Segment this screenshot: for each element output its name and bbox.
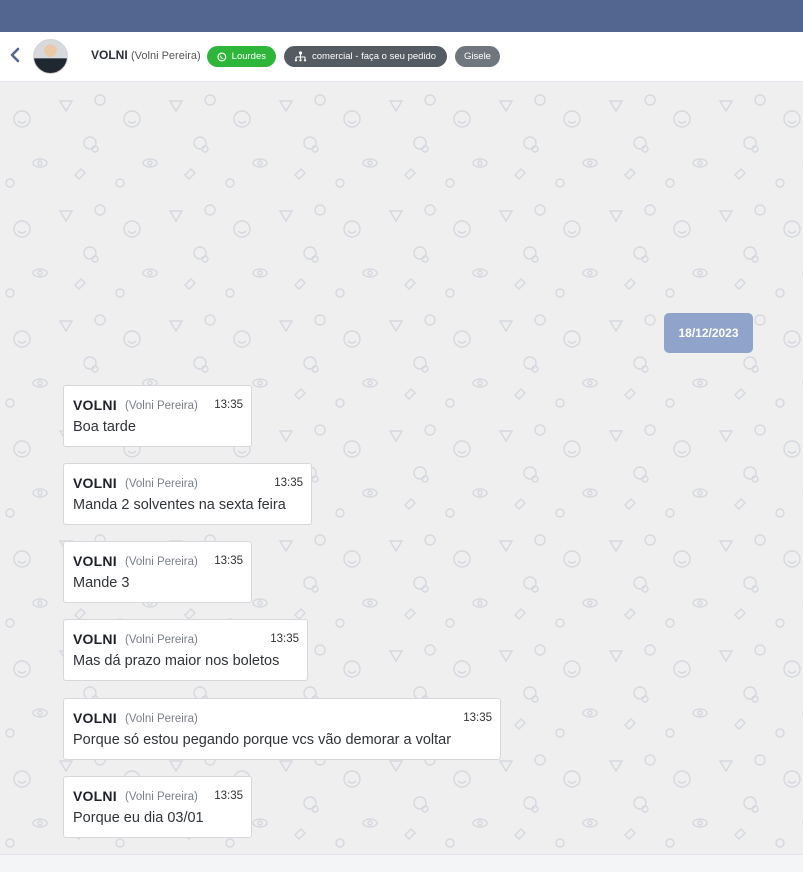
- message-time: 13:35: [214, 399, 243, 411]
- message-time: 13:35: [214, 555, 243, 567]
- message-sender-full-name: (Volni Pereira): [125, 713, 198, 725]
- message-sender: VOLNI: [73, 397, 117, 413]
- message-bubble[interactable]: VOLNI (Volni Pereira) 13:35 Porque só es…: [63, 698, 501, 760]
- message-sender-full-name: (Volni Pereira): [125, 791, 198, 803]
- message-text: Porque só estou pegando porque vcs vão d…: [73, 732, 452, 748]
- department-tag[interactable]: comercial - faça o seu pedido: [284, 46, 447, 67]
- message-sender: VOLNI: [73, 631, 117, 647]
- message-time: 13:35: [270, 633, 299, 645]
- top-bar: [0, 0, 803, 32]
- message-text: Porque eu dia 03/01: [73, 810, 204, 826]
- contact-short-name: VOLNI: [91, 48, 128, 62]
- message-text: Mande 3: [73, 575, 130, 591]
- message-sender: VOLNI: [73, 710, 117, 726]
- date-separator: 18/12/2023: [664, 313, 753, 353]
- message-time: 13:35: [274, 477, 303, 489]
- avatar[interactable]: [33, 39, 68, 74]
- message-bubble[interactable]: VOLNI (Volni Pereira) 13:35 Manda 2 solv…: [63, 463, 312, 525]
- message-time: 13:35: [214, 790, 243, 802]
- message-sender-full-name: (Volni Pereira): [125, 400, 198, 412]
- message-bubble[interactable]: VOLNI (Volni Pereira) 13:35 Mande 3: [63, 541, 252, 603]
- message-sender: VOLNI: [73, 553, 117, 569]
- message-text: Mas dá prazo maior nos boletos: [73, 653, 280, 669]
- chat-area[interactable]: 18/12/2023 VOLNI (Volni Pereira) 13:35 B…: [0, 83, 803, 854]
- message-sender-full-name: (Volni Pereira): [125, 634, 198, 646]
- message-bubble[interactable]: VOLNI (Volni Pereira) 13:35 Porque eu di…: [63, 776, 252, 838]
- message-sender-full-name: (Volni Pereira): [125, 556, 198, 568]
- message-time: 13:35: [463, 712, 492, 724]
- message-composer[interactable]: [0, 854, 803, 872]
- contact-full-name: (Volni Pereira): [131, 50, 201, 62]
- contact-name[interactable]: VOLNI (Volni Pereira): [91, 48, 201, 62]
- department-icon: [294, 51, 307, 62]
- whatsapp-connection-tag[interactable]: Lourdes: [207, 46, 276, 67]
- message-bubble[interactable]: VOLNI (Volni Pereira) 13:35 Mas dá prazo…: [63, 619, 308, 681]
- message-sender: VOLNI: [73, 788, 117, 804]
- whatsapp-tag-label: Lourdes: [231, 51, 266, 62]
- whatsapp-icon: [217, 52, 227, 61]
- message-sender-full-name: (Volni Pereira): [125, 478, 198, 490]
- message-text: Manda 2 solventes na sexta feira: [73, 497, 286, 513]
- message-text: Boa tarde: [73, 419, 136, 435]
- chat-header: VOLNI (Volni Pereira) Lourdes comercial …: [0, 32, 803, 82]
- chevron-left-icon[interactable]: [8, 46, 24, 66]
- message-bubble[interactable]: VOLNI (Volni Pereira) 13:35 Boa tarde: [63, 385, 252, 447]
- assigned-user-label: Gisele: [464, 51, 491, 62]
- assigned-user-tag[interactable]: Gisele: [455, 46, 500, 67]
- department-tag-label: comercial - faça o seu pedido: [312, 51, 437, 62]
- message-sender: VOLNI: [73, 475, 117, 491]
